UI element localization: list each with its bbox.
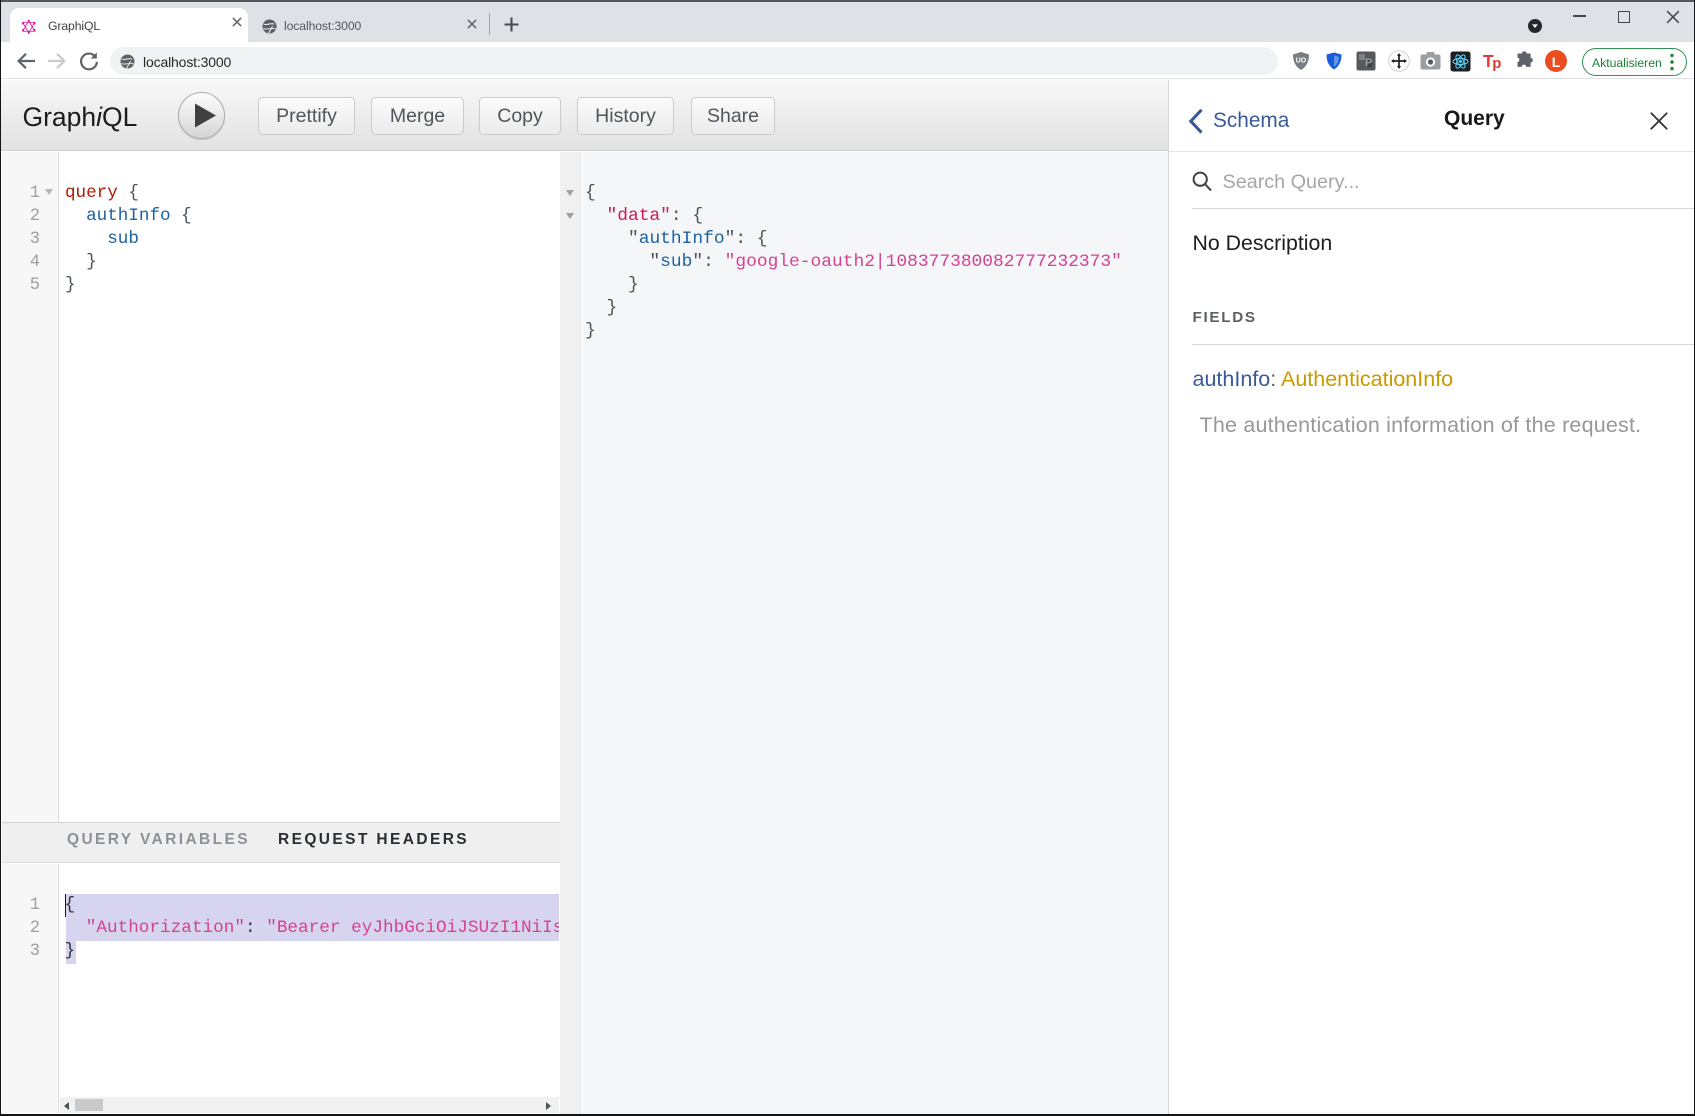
svg-text:UO: UO	[1296, 58, 1307, 65]
svg-text:P: P	[1365, 57, 1372, 69]
